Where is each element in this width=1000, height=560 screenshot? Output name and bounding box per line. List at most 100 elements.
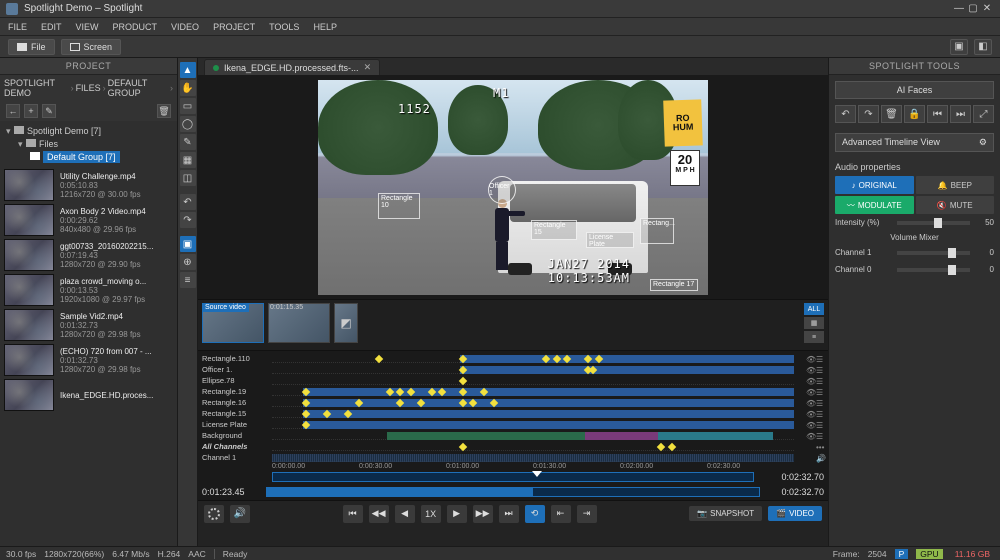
speed-indicator[interactable]: 1X [421, 505, 441, 523]
channel0-slider-row: Channel 0 0 [829, 261, 1000, 278]
view-mode-button[interactable]: ▦ [804, 317, 824, 329]
add-segment-button[interactable]: ◩ [334, 303, 358, 347]
loop-button[interactable]: ⟲ [525, 505, 545, 523]
clip-item[interactable]: ggt00733_20160202215...0:07:19.431280x72… [4, 239, 173, 271]
display-settings-button[interactable]: ▣ [950, 39, 968, 55]
nav-delete-button[interactable]: 🗑 [157, 104, 171, 118]
tools-undo-button[interactable]: ↶ [835, 105, 856, 123]
overlay-rect10[interactable]: Rectangle 10 [378, 193, 420, 219]
goto-end-button[interactable]: ⏭ [499, 505, 519, 523]
tool-layers[interactable]: ≡ [180, 272, 196, 288]
menu-help[interactable]: HELP [313, 22, 337, 32]
tool-rectangle[interactable]: ▭ [180, 98, 196, 114]
audio-mute-button[interactable]: 🔇MUTE [916, 196, 995, 214]
advanced-timeline-dropdown[interactable]: Advanced Timeline View⚙ [835, 133, 994, 152]
tools-skip-back-button[interactable]: ⏮ [927, 105, 948, 123]
minimize-button[interactable]: — [952, 3, 966, 14]
view-all-button[interactable]: ALL [804, 303, 824, 315]
play-button[interactable]: ▶ [447, 505, 467, 523]
tool-freeform[interactable]: ✎ [180, 134, 196, 150]
tools-redo-button[interactable]: ↷ [858, 105, 879, 123]
menu-file[interactable]: FILE [8, 22, 27, 32]
overlay-rect17[interactable]: Rectangle 17 [650, 279, 698, 291]
mute-button[interactable] [230, 505, 250, 523]
nav-back-button[interactable]: ← [6, 104, 20, 118]
tool-undo[interactable]: ↶ [180, 194, 196, 210]
tool-hand[interactable]: ✋ [180, 80, 196, 96]
crumb-root[interactable]: SPOTLIGHT DEMO [4, 78, 69, 98]
menu-tools[interactable]: TOOLS [269, 22, 299, 32]
progress-bar[interactable] [266, 487, 760, 497]
tool-magnify[interactable]: ⊕ [180, 254, 196, 270]
layout-toggle-button[interactable]: ◧ [974, 39, 992, 55]
tree-files[interactable]: ▾Files [6, 138, 171, 151]
clip-item[interactable]: (ECHO) 720 from 007 - ...0:01:32.731280x… [4, 344, 173, 376]
clip-item[interactable]: Utility Challenge.mp40:05:10.831216x720 … [4, 169, 173, 201]
tree-root[interactable]: ▾Spotlight Demo [7] [6, 125, 171, 138]
clip-item[interactable]: Axon Body 2 Video.mp40:00:29.62840x480 @… [4, 204, 173, 236]
audio-original-button[interactable]: ♪ORIGINAL [835, 176, 914, 194]
nav-add-button[interactable]: + [24, 104, 38, 118]
intensity-slider[interactable] [897, 221, 970, 225]
range-in-button[interactable]: ⇤ [551, 505, 571, 523]
goto-start-button[interactable]: ⏮ [343, 505, 363, 523]
nav-edit-button[interactable]: ✎ [42, 104, 56, 118]
menu-project[interactable]: PROJECT [213, 22, 255, 32]
close-button[interactable]: ✕ [980, 3, 994, 14]
open-file-button[interactable]: File [8, 39, 55, 55]
source-thumbnail[interactable]: Source video [202, 303, 264, 347]
menu-product[interactable]: PRODUCT [113, 22, 158, 32]
channel0-slider[interactable] [897, 268, 970, 272]
audio-beep-button[interactable]: 🔔BEEP [916, 176, 995, 194]
next-frame-button[interactable]: ▶▶ [473, 505, 493, 523]
view-list-button[interactable]: ≡ [804, 331, 824, 343]
timeline-scrubber[interactable] [272, 472, 754, 482]
tab-close-icon[interactable]: ✕ [364, 62, 372, 73]
overlay-rect1x[interactable]: Rectang... [640, 218, 674, 244]
crumb-files[interactable]: FILES [76, 83, 101, 93]
tools-delete-button[interactable]: 🗑 [881, 105, 902, 123]
overlay-officer-circle[interactable]: Officer 1 [488, 176, 516, 204]
menu-edit[interactable]: EDIT [41, 22, 62, 32]
overlay-rect15[interactable]: Rectangle 15 [531, 220, 577, 240]
channel1-slider[interactable] [897, 251, 970, 255]
tool-spotlight[interactable]: ▣ [180, 236, 196, 252]
clip-item[interactable]: Sample Vid2.mp40:01:32.731280x720 @ 29.9… [4, 309, 173, 341]
menu-view[interactable]: VIEW [76, 22, 99, 32]
time-ruler: 0:00:00.000:00:30.000:01:00.000:01:30.00… [202, 463, 824, 470]
crumb-group[interactable]: DEFAULT GROUP [108, 78, 168, 98]
project-nav-buttons: ← + ✎ 🗑 [0, 101, 177, 121]
tool-redo[interactable]: ↷ [180, 212, 196, 228]
editor-tab[interactable]: Ikena_EDGE.HD.processed.fts-...✕ [204, 59, 380, 75]
video-frame[interactable]: ROHUM 20M P H M1 1152 JAN27 2014 10:13:5… [318, 80, 708, 295]
clip-item[interactable]: Ikena_EDGE.HD.proces... [4, 379, 173, 411]
snapshot-button[interactable]: 📷SNAPSHOT [689, 506, 762, 521]
tree-default-group[interactable]: Default Group [7] [6, 151, 171, 163]
volume-mixer-label: Volume Mixer [829, 231, 1000, 244]
export-video-button[interactable]: 🎬VIDEO [768, 506, 822, 521]
tool-grid[interactable]: ▦ [180, 152, 196, 168]
tool-pointer[interactable]: ▲ [180, 62, 196, 78]
clip-thumb-icon [4, 239, 54, 271]
result-thumbnail[interactable]: 0:01:15.35 [268, 303, 330, 347]
overlay-license-plate[interactable]: License Plate [586, 232, 634, 248]
tools-lock-button[interactable]: 🔒 [904, 105, 925, 123]
clip-item[interactable]: plaza crowd_moving o...0:00:13.531920x10… [4, 274, 173, 306]
ai-mode-dropdown[interactable]: AI Faces [835, 81, 994, 99]
position-scrubber-row: 0:01:23.45 0:02:32.70 [198, 484, 828, 500]
tools-expand-button[interactable]: ⤢ [973, 105, 994, 123]
settings-button[interactable] [204, 505, 224, 523]
wave-icon: 〰 [847, 200, 855, 211]
screen-capture-button[interactable]: Screen [61, 39, 122, 55]
note-icon: ♪ [852, 181, 856, 190]
timeline: Rectangle.110👁☰ Officer 1.👁☰ Ellipse.78👁… [198, 351, 828, 484]
range-out-button[interactable]: ⇥ [577, 505, 597, 523]
tools-skip-fwd-button[interactable]: ⏭ [950, 105, 971, 123]
tool-crop[interactable]: ◫ [180, 170, 196, 186]
step-back-button[interactable]: ◀◀ [369, 505, 389, 523]
audio-modulate-button[interactable]: 〰MODULATE [835, 196, 914, 214]
prev-frame-button[interactable]: ◀ [395, 505, 415, 523]
tool-ellipse[interactable]: ◯ [180, 116, 196, 132]
menu-video[interactable]: VIDEO [171, 22, 199, 32]
maximize-button[interactable]: ▢ [966, 3, 980, 14]
